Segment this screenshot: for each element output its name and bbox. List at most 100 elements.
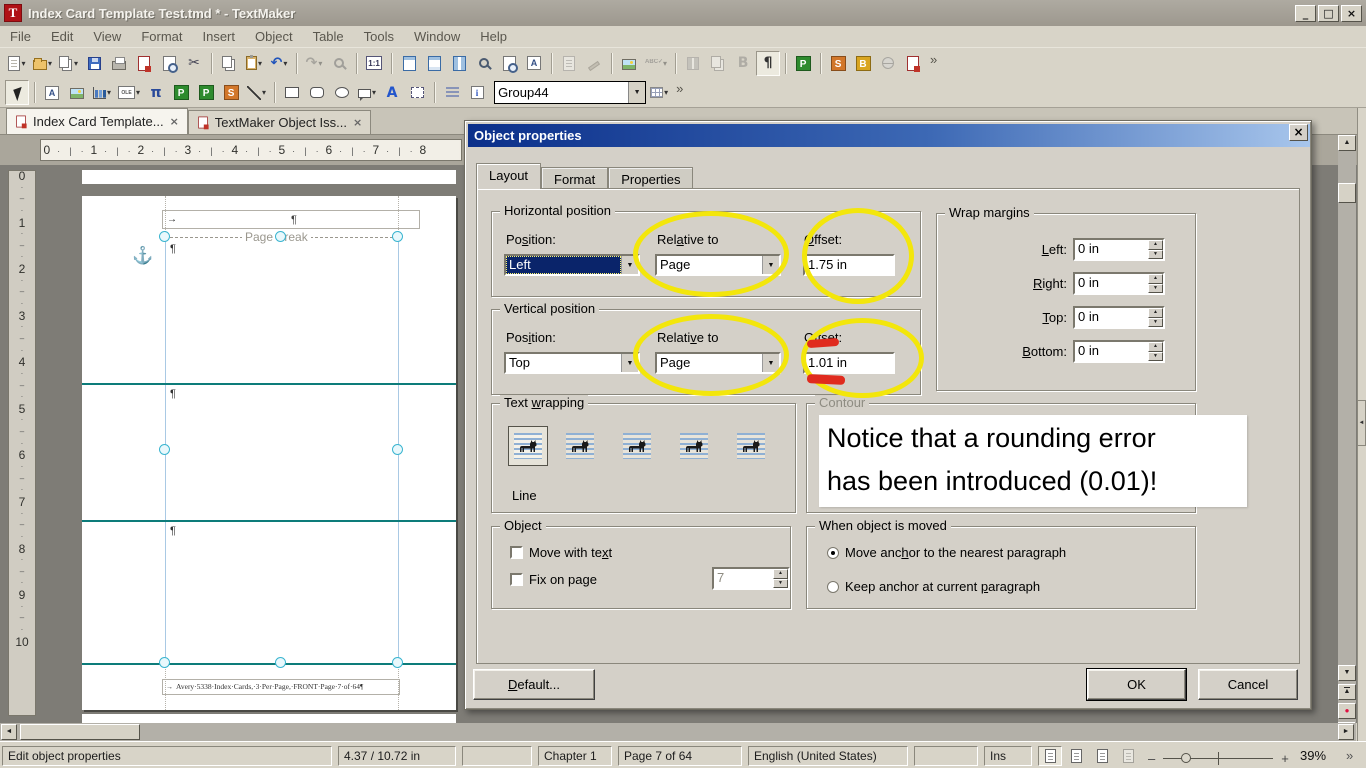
zoom-original-button[interactable]: 1:1 [362, 51, 386, 76]
object-order-button[interactable] [440, 80, 464, 105]
print-preview-button[interactable] [157, 51, 181, 76]
formatting-marks-button[interactable]: ¶ [756, 51, 780, 76]
selection-handle[interactable] [159, 657, 170, 668]
dropdown-arrow-icon[interactable]: ▾ [74, 59, 78, 68]
web-button[interactable] [876, 51, 900, 76]
tab-close-icon[interactable]: × [170, 116, 179, 127]
spin-up-icon[interactable]: ▲ [1148, 308, 1163, 318]
spin-down-icon[interactable]: ▼ [1148, 318, 1163, 328]
menu-item-view[interactable]: View [83, 27, 131, 46]
insert-picture-button[interactable] [617, 51, 641, 76]
chevron-down-icon[interactable]: ▼ [621, 354, 638, 372]
selection-handle[interactable] [159, 231, 170, 242]
selection-handle[interactable] [275, 231, 286, 242]
view-pagebreak-button[interactable] [397, 51, 421, 76]
dialog-close-button[interactable]: × [1289, 124, 1308, 141]
copy-format-button[interactable] [706, 51, 730, 76]
scroll-left-button[interactable]: ◄ [1, 724, 17, 740]
radio-icon[interactable] [827, 581, 839, 593]
toolbar-overflow-chevron[interactable]: » [926, 52, 941, 67]
cancel-button[interactable]: Cancel [1198, 669, 1298, 700]
horizontal-scrollbar[interactable]: ◄ ► [0, 723, 1356, 741]
toolbar-overflow-chevron[interactable]: » [672, 81, 687, 96]
new-document-button[interactable]: ▾ [5, 51, 29, 76]
formula-object-button[interactable]: π [144, 80, 168, 105]
presentations-button[interactable]: S [826, 51, 850, 76]
format-paintbrush-button[interactable] [582, 51, 606, 76]
redo-button[interactable]: ↷▾ [302, 51, 326, 76]
selection-handle[interactable] [392, 657, 403, 668]
vertical-ruler[interactable]: 0·–·1·–·2·–·3·–·4·–·5·–·6·–·7·–·8·–·9·–·… [8, 170, 36, 716]
dropdown-arrow-icon[interactable]: ▾ [664, 88, 668, 97]
menu-item-window[interactable]: Window [404, 27, 470, 46]
scroll-down-button[interactable]: ▼ [1338, 665, 1356, 681]
worksheet-object-button[interactable]: P [169, 80, 193, 105]
character-format-button[interactable]: A [522, 51, 546, 76]
close-button[interactable]: × [1341, 5, 1362, 22]
select-pointer-button[interactable] [5, 80, 29, 105]
undo-button[interactable]: ↶▾ [267, 51, 291, 76]
wrap-through-option[interactable] [737, 433, 765, 459]
dropdown-arrow-icon[interactable]: ▾ [262, 88, 266, 97]
spin-down-icon[interactable]: ▼ [1148, 352, 1163, 362]
view-fullpage-button[interactable] [1090, 746, 1114, 766]
ole-frame-button[interactable]: OLE▾ [115, 80, 143, 105]
zoom-slider-thumb[interactable] [1181, 753, 1191, 763]
dropdown-arrow-icon[interactable]: ▾ [283, 59, 287, 68]
ok-button[interactable]: OK [1087, 669, 1186, 700]
fix-on-page-checkbox[interactable]: Fix on page [510, 572, 597, 587]
zoom-percentage[interactable]: 39% [1300, 748, 1326, 763]
vertical-scrollbar[interactable]: ▲ ▼ ▲ ● ▼ [1338, 135, 1356, 741]
planmaker-button[interactable]: P [791, 51, 815, 76]
draw-rounded-rectangle-button[interactable] [305, 80, 329, 105]
h-position-combobox[interactable]: Left ▼ [504, 254, 640, 276]
menu-item-edit[interactable]: Edit [41, 27, 83, 46]
footer-frame[interactable]: →Avery·5338·Index·Cards,·3·Per·Page,·FRO… [162, 679, 400, 695]
object-info-button[interactable]: i [465, 80, 489, 105]
v-position-combobox[interactable]: Top ▼ [504, 352, 640, 374]
scroll-up-button[interactable]: ▲ [1338, 135, 1356, 151]
checkbox-icon[interactable] [510, 573, 523, 586]
spin-down-icon[interactable]: ▼ [773, 579, 788, 589]
selection-handle[interactable] [392, 231, 403, 242]
spin-down-icon[interactable]: ▼ [1148, 284, 1163, 294]
wrap-line-option[interactable] [508, 426, 548, 466]
previous-object-button[interactable]: ▲ [1338, 684, 1356, 700]
dropdown-arrow-icon[interactable]: ▾ [318, 59, 322, 68]
view-master-button[interactable] [1064, 746, 1088, 766]
sidebar-toggle-button[interactable]: ◄ [1357, 400, 1366, 446]
statistics-button[interactable] [681, 51, 705, 76]
insert-mode-indicator[interactable]: Ins [984, 746, 1032, 766]
dialog-tab-properties[interactable]: Properties [608, 167, 693, 189]
save-all-button[interactable]: ▾ [56, 51, 81, 76]
dropdown-arrow-icon[interactable]: ▾ [21, 59, 25, 68]
spellcheck-button[interactable]: ABC✓▾ [642, 51, 670, 76]
document-tab-2[interactable]: TextMaker Object Iss...× [188, 110, 371, 134]
zoom-out-control[interactable]: – [1148, 751, 1155, 766]
dropdown-arrow-icon[interactable]: ▾ [136, 88, 140, 97]
checkbox-icon[interactable] [510, 546, 523, 559]
chevron-down-icon[interactable]: ▼ [621, 256, 638, 274]
dropdown-arrow-icon[interactable]: ▾ [372, 88, 376, 97]
header-frame[interactable]: → ¶ [162, 210, 420, 229]
wrap-margin-stepper[interactable]: 0 in▲▼ [1073, 272, 1165, 295]
copy-button[interactable] [217, 51, 241, 76]
script-editor-button[interactable] [901, 51, 925, 76]
view-columns-button[interactable] [447, 51, 471, 76]
dialog-title-bar[interactable]: Object properties [468, 124, 1310, 147]
v-relative-to-combobox[interactable]: Page ▼ [655, 352, 781, 374]
search-button[interactable] [327, 51, 351, 76]
picture-frame-button[interactable] [65, 80, 89, 105]
wrap-margin-stepper[interactable]: 0 in▲▼ [1073, 340, 1165, 363]
fix-page-number-stepper[interactable]: 7 ▲▼ [712, 567, 790, 590]
radio-icon[interactable] [827, 547, 839, 559]
selection-handle[interactable] [275, 657, 286, 668]
basicmaker-button[interactable]: B [851, 51, 875, 76]
h-offset-input[interactable]: 1.75 in [803, 254, 895, 276]
dropdown-arrow-icon[interactable]: ▾ [663, 59, 667, 68]
browse-object-button[interactable]: ● [1338, 703, 1356, 719]
menu-item-help[interactable]: Help [470, 27, 517, 46]
scrollbar-thumb[interactable] [20, 724, 140, 740]
menu-item-file[interactable]: File [0, 27, 41, 46]
bold-style-button[interactable]: B [731, 51, 755, 76]
